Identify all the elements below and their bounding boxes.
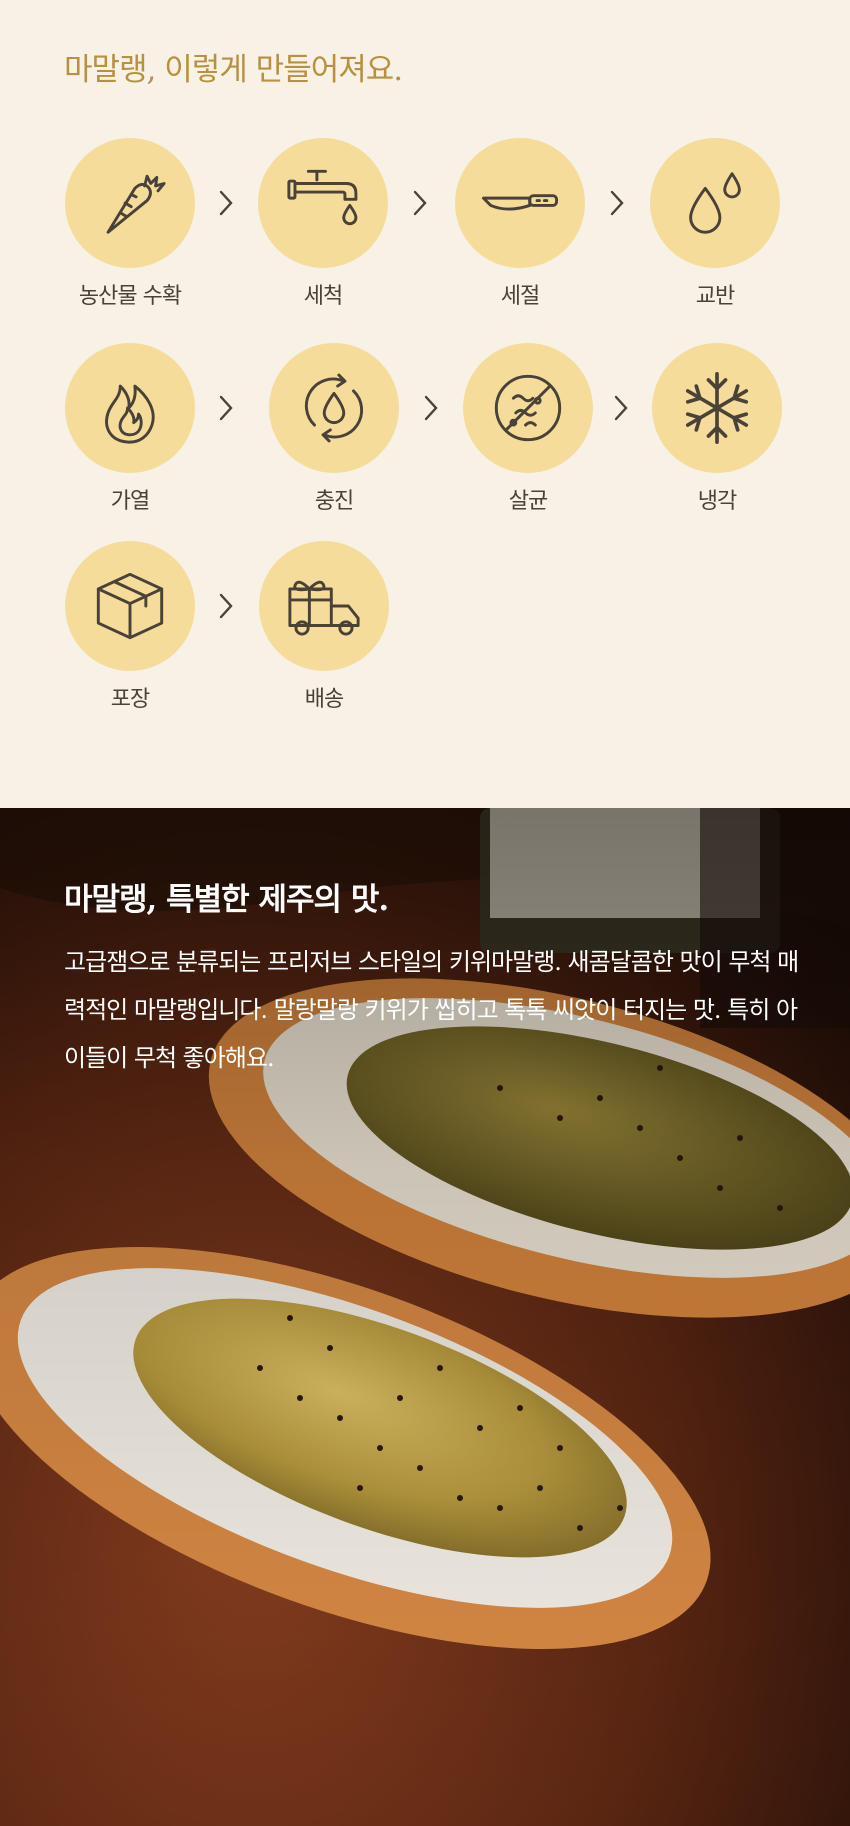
step-mix: 교반 (650, 138, 780, 310)
process-title: 마말랭, 이렇게 만들어져요. (64, 52, 403, 88)
chevron-right-icon (216, 188, 238, 218)
step-label: 세절 (500, 284, 540, 309)
step-label: 충진 (314, 489, 354, 514)
story-body: 고급잼으로 분류되는 프리저브 스타일의 키위마말랭. 새콤달콤한 맛이 무척 … (64, 948, 799, 1072)
chevron-right-icon (410, 188, 432, 218)
step-label: 세척 (303, 284, 343, 309)
step-delivery: 배송 (259, 541, 389, 713)
step-sterilize: 살균 (463, 343, 593, 515)
chevron-right-icon (607, 188, 629, 218)
step-label: 포장 (110, 687, 150, 712)
knife-icon (481, 194, 559, 211)
story-title: 마말랭, 특별한 제주의 맛. (64, 882, 389, 918)
gift-truck-icon (288, 580, 360, 636)
droplets-icon (689, 172, 741, 234)
step-wash: 세척 (258, 138, 388, 310)
chevron-right-icon (216, 393, 238, 423)
no-germs-icon (494, 374, 562, 442)
box-icon (96, 572, 164, 640)
step-fill: 충진 (269, 343, 399, 515)
step-heat: 가열 (65, 343, 195, 515)
story-section: 마말랭, 특별한 제주의 맛. 고급잼으로 분류되는 프리저브 스타일의 키위마… (0, 808, 850, 1826)
step-label: 냉각 (697, 489, 737, 514)
chevron-right-icon (611, 393, 633, 423)
step-cut: 세절 (455, 138, 585, 310)
step-label: 가열 (110, 489, 150, 514)
refill-cycle-icon (304, 373, 364, 443)
chevron-right-icon (421, 393, 443, 423)
step-label: 교반 (695, 284, 735, 309)
step-label: 살균 (508, 489, 548, 514)
step-cool: 냉각 (652, 343, 782, 515)
step-harvest: 농산물 수확 (65, 138, 195, 310)
chevron-right-icon (216, 591, 238, 621)
step-pack: 포장 (65, 541, 195, 713)
process-section: 마말랭, 이렇게 만들어져요. 농산물 수확 세척 세절 교반 가열 충진 살균… (0, 0, 850, 808)
flame-icon (105, 384, 155, 444)
faucet-icon (287, 169, 358, 226)
step-label: 배송 (304, 687, 344, 712)
step-label: 농산물 수확 (78, 284, 182, 309)
carrot-icon (106, 174, 166, 234)
snowflake-icon (685, 372, 749, 444)
